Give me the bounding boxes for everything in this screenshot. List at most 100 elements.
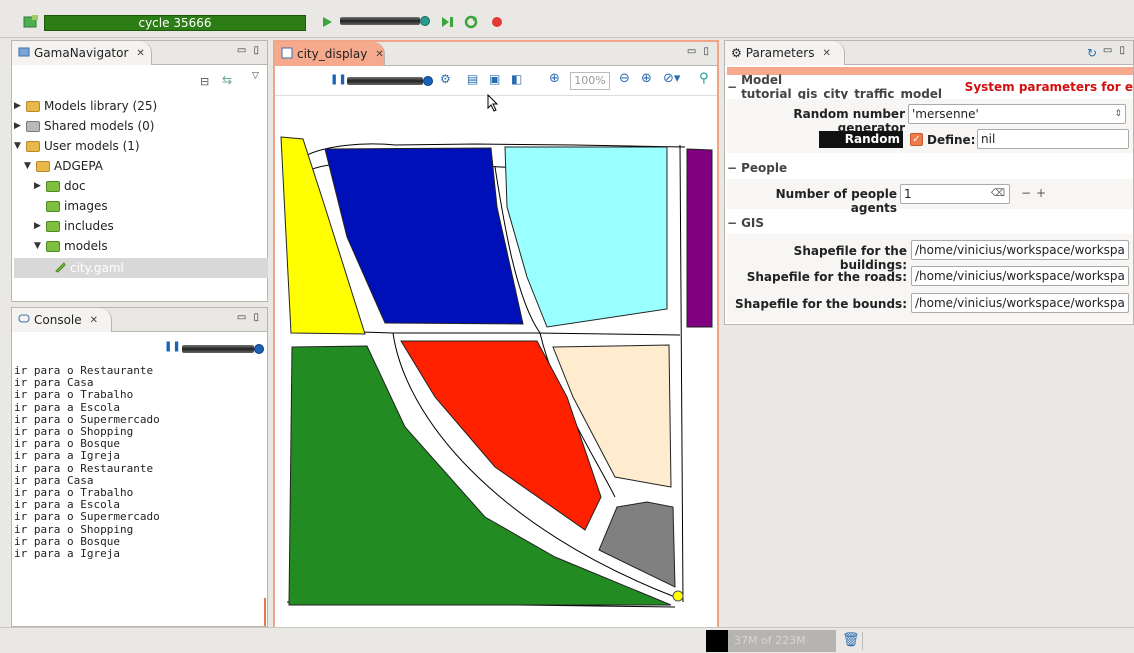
increment-icon[interactable]: + [1036,186,1046,200]
play-icon[interactable] [318,13,336,31]
overlay-icon[interactable]: ▣ [489,72,500,86]
zoom-level: 100% [570,72,610,90]
link-editor-icon[interactable]: ⇆ [222,73,232,87]
tab-city-display[interactable]: city_display ✕ [275,42,385,66]
reload-icon[interactable] [462,13,480,31]
navigator-pane: GamaNavigator ✕ ▭ ▯ ⊟ ⇆ ▽ ▶ Models libra… [11,40,268,302]
tree-item-label: ADGEPA [54,159,104,173]
console-slider-knob[interactable] [254,344,264,354]
pause-icon[interactable]: ❚❚ [330,74,347,85]
collapse-icon[interactable]: ▼ [24,161,32,171]
step-icon[interactable] [439,13,457,31]
people-count-label: Number of people agents [775,187,897,215]
decrement-icon[interactable]: − [1021,186,1031,200]
bounds-shapefile-field[interactable]: /home/vinicius/workspace/workspa [911,293,1129,313]
tree-item-label: models [64,239,108,253]
main-toolbar: cycle 35666 [0,0,1134,38]
minimize-maximize-icon[interactable]: ▭ ▯ [237,312,261,323]
seed-field[interactable]: nil [977,129,1129,149]
status-bar: 37M of 223M 🗑 [0,627,1134,653]
tab-console[interactable]: Console ✕ [12,308,112,332]
buildings-shapefile-label: Shapefile for the buildings: [793,244,907,272]
tree-item-doc[interactable]: ▶ doc [34,176,86,196]
tab-parameters[interactable]: ⚙ Parameters ✕ [725,41,845,65]
zoom-in-icon[interactable]: ⊕ [641,71,652,86]
layer-icon[interactable]: ▤ [467,72,478,86]
people-count-value: 1 [904,187,912,201]
minimize-maximize-icon[interactable]: ▭ ▯ [1103,45,1127,56]
parameters-tabbar: ⚙ Parameters ✕ ↻ ▭ ▯ [725,41,1133,65]
tab-gama-navigator[interactable]: GamaNavigator ✕ [12,41,152,65]
zoom-menu-icon[interactable]: ⊘▾ [663,71,680,86]
close-icon[interactable]: ✕ [822,48,830,59]
display-slider-knob[interactable] [423,76,433,86]
inspect-icon[interactable]: ⚲ [699,71,709,86]
collapse-all-icon[interactable]: ⊟ [200,75,209,88]
tree-item-city-gaml[interactable]: city.gaml [54,258,124,278]
tree-item-models[interactable]: ▼ models [34,236,108,256]
tree-item-includes[interactable]: ▶ includes [34,216,114,236]
expand-icon[interactable]: ▶ [34,221,42,231]
buildings-shapefile-field[interactable]: /home/vinicius/workspace/workspa [911,240,1129,260]
pause-icon[interactable]: ❚❚ [164,341,181,352]
collapse-icon[interactable]: ▼ [34,241,42,251]
view-menu-icon[interactable]: ▽ [252,71,259,81]
zoom-fit-icon[interactable]: ⊕ [549,71,560,86]
folder-icon [46,200,60,212]
expand-icon[interactable]: ▶ [14,101,22,111]
sync-icon[interactable]: ⚙ [440,72,451,86]
close-icon[interactable]: ✕ [136,48,144,59]
folder-icon [26,100,40,112]
people-count-field[interactable]: 1 ⌫ [900,184,1010,204]
minimize-maximize-icon[interactable]: ▭ ▯ [687,46,711,57]
rng-select[interactable]: 'mersenne' ⇕ [908,104,1126,124]
collapse-icon[interactable]: ▼ [14,141,22,151]
building-purple[interactable] [686,148,713,328]
tree-item-label: Shared models (0) [44,119,155,133]
people-section-header[interactable]: − People [727,160,1133,176]
display-toolbar: ❚❚ ⚙ ▤ ▣ ◧ ⊕ 100% ⊖ ⊕ ⊘▾ ⚲ [275,66,717,96]
stop-icon[interactable] [488,13,506,31]
console-line: ir para o Trabalho [14,388,134,402]
close-icon[interactable]: ✕ [375,49,383,60]
speed-slider[interactable] [340,17,420,25]
console-scroll-indicator[interactable] [264,598,266,626]
tree-item-adgepa[interactable]: ▼ ADGEPA [24,156,103,176]
minimize-maximize-icon[interactable]: ▭ ▯ [237,45,261,56]
people-agent[interactable] [672,590,684,602]
section-title: GIS [741,216,765,230]
random-seed-label: Random seed [819,131,903,163]
roads-shapefile-field[interactable]: /home/vinicius/workspace/workspa [911,266,1129,286]
garbage-collect-icon[interactable]: 🗑 [842,632,860,648]
model-section-header[interactable]: − Model tutorial_gis_city_traffic_model … [727,73,1133,101]
tab-label: Console [34,313,82,327]
collapse-icon[interactable]: − [727,80,737,94]
tree-item-user-models[interactable]: ▼ User models (1) [14,136,140,156]
console-pane: Console ✕ ▭ ▯ ❚❚ ir para o Restaurante ir… [11,307,268,627]
gis-section-header[interactable]: − GIS [727,215,1133,231]
speed-slider-knob[interactable] [420,16,430,26]
expand-icon[interactable]: ▶ [34,181,42,191]
tree-item-models-library[interactable]: ▶ Models library (25) [14,96,157,116]
console-line: ir para a Igreja [14,547,120,561]
collapse-icon[interactable]: − [727,216,737,230]
mouse-cursor-icon [487,94,499,112]
console-slider[interactable] [182,345,254,353]
console-tabbar: Console ✕ ▭ ▯ [12,308,267,332]
close-icon[interactable]: ✕ [90,315,98,326]
memory-gauge[interactable]: 37M of 223M [706,630,836,652]
collapse-icon[interactable]: − [727,161,737,175]
display-speed-slider[interactable] [347,77,423,85]
bounds-shapefile-label: Shapefile for the bounds: [735,297,907,311]
folder-icon [46,240,60,252]
city-map[interactable] [275,97,717,627]
clear-icon[interactable]: ⌫ [991,185,1005,203]
define-checkbox[interactable]: ✓ [910,133,923,146]
run-experiment-icon[interactable] [22,13,40,31]
snapshot-icon[interactable]: ◧ [511,72,522,86]
refresh-icon[interactable]: ↻ [1087,46,1097,60]
tree-item-images[interactable]: images [34,196,108,216]
tree-item-shared-models[interactable]: ▶ Shared models (0) [14,116,155,136]
expand-icon[interactable]: ▶ [14,121,22,131]
zoom-out-icon[interactable]: ⊖ [619,71,630,86]
